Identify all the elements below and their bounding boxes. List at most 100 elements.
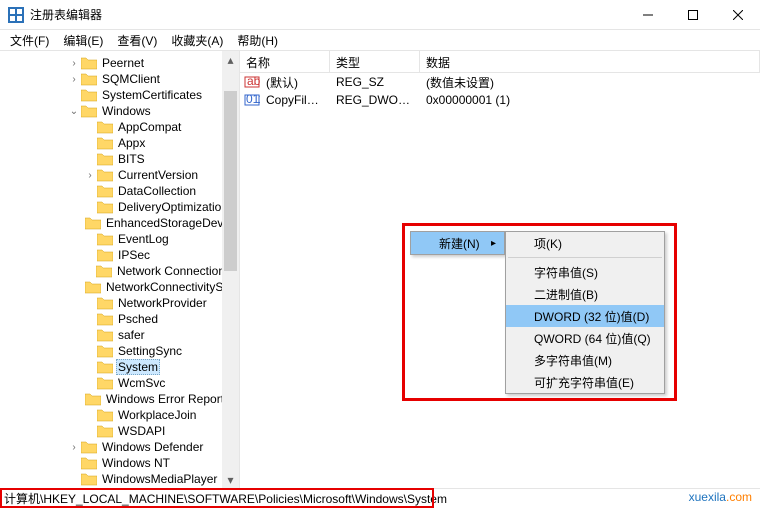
- folder-icon: [97, 344, 113, 358]
- tree-node[interactable]: Windows Error Reporting: [0, 391, 239, 407]
- tree-label: AppCompat: [116, 120, 183, 134]
- tree-node[interactable]: IPSec: [0, 247, 239, 263]
- col-type[interactable]: 类型: [330, 51, 420, 72]
- tree-node[interactable]: Windows NT: [0, 455, 239, 471]
- tree-node[interactable]: › CurrentVersion: [0, 167, 239, 183]
- tree-label: CurrentVersion: [116, 168, 200, 182]
- menu-view[interactable]: 查看(V): [111, 30, 163, 51]
- tree-node[interactable]: BITS: [0, 151, 239, 167]
- ctx-item[interactable]: 可扩充字符串值(E): [506, 371, 664, 393]
- tree-label: BITS: [116, 152, 147, 166]
- tree-label: Peernet: [100, 56, 146, 70]
- tree-label: WindowsMediaPlayer: [100, 472, 219, 486]
- tree-node[interactable]: › Peernet: [0, 55, 239, 71]
- tree-label: Psched: [116, 312, 160, 326]
- watermark: xuexila.com: [689, 488, 752, 506]
- context-submenu: 项(K) 字符串值(S)二进制值(B)DWORD (32 位)值(D)QWORD …: [505, 231, 665, 394]
- tree-node[interactable]: SettingSync: [0, 343, 239, 359]
- tree-label: DeliveryOptimization: [116, 200, 230, 214]
- tree-node[interactable]: System: [0, 359, 239, 375]
- tree-label: System: [116, 359, 160, 375]
- tree-node[interactable]: WorkplaceJoin: [0, 407, 239, 423]
- col-data[interactable]: 数据: [420, 51, 760, 72]
- tree-node[interactable]: DataCollection: [0, 183, 239, 199]
- expander-icon[interactable]: ›: [68, 74, 80, 85]
- folder-icon: [81, 440, 97, 454]
- tree-node[interactable]: Network Connections: [0, 263, 239, 279]
- tree-node[interactable]: NetworkConnectivityStatusI: [0, 279, 239, 295]
- status-path: 计算机\HKEY_LOCAL_MACHINE\SOFTWARE\Policies…: [4, 490, 447, 507]
- expander-icon[interactable]: ›: [84, 170, 96, 181]
- folder-icon: [97, 248, 113, 262]
- scroll-thumb[interactable]: [224, 91, 237, 271]
- tree-node[interactable]: AppCompat: [0, 119, 239, 135]
- ctx-item[interactable]: QWORD (64 位)值(Q): [506, 327, 664, 349]
- tree-node[interactable]: DeliveryOptimization: [0, 199, 239, 215]
- tree-node[interactable]: › SQMClient: [0, 71, 239, 87]
- menu-help[interactable]: 帮助(H): [231, 30, 284, 51]
- ctx-item[interactable]: 多字符串值(M): [506, 349, 664, 371]
- tree-node[interactable]: WindowsMediaPlayer: [0, 471, 239, 487]
- tree-node[interactable]: EventLog: [0, 231, 239, 247]
- ctx-item[interactable]: 字符串值(S): [506, 261, 664, 283]
- window-title: 注册表编辑器: [30, 6, 625, 23]
- tree-node[interactable]: EnhancedStorageDevices: [0, 215, 239, 231]
- expander-icon[interactable]: ›: [68, 58, 80, 69]
- tree-node[interactable]: SystemCertificates: [0, 87, 239, 103]
- folder-icon: [97, 296, 113, 310]
- expander-icon[interactable]: ›: [68, 442, 80, 453]
- tree-label: Windows NT: [100, 456, 172, 470]
- ctx-new[interactable]: 新建(N): [411, 232, 504, 254]
- folder-icon: [97, 312, 113, 326]
- maximize-button[interactable]: [670, 0, 715, 30]
- tree-scrollbar[interactable]: ▴ ▾: [222, 51, 239, 488]
- menu-favorites[interactable]: 收藏夹(A): [165, 30, 229, 51]
- folder-icon: [97, 408, 113, 422]
- cell-name: CopyFileBuffer...: [260, 92, 330, 108]
- tree-node[interactable]: WcmSvc: [0, 375, 239, 391]
- tree-node[interactable]: WSDAPI: [0, 423, 239, 439]
- tree-node[interactable]: › Windows Defender: [0, 439, 239, 455]
- folder-icon: [81, 56, 97, 70]
- cell-name: (默认): [260, 73, 330, 92]
- tree-node[interactable]: NetworkProvider: [0, 295, 239, 311]
- folder-icon: [97, 232, 113, 246]
- ctx-item[interactable]: 项(K): [506, 232, 664, 254]
- tree-label: SystemCertificates: [100, 88, 204, 102]
- tree-panel: › Peernet › SQMClient SystemCertificates ⌄ Win…: [0, 51, 240, 488]
- tree-label: Windows Defender: [100, 440, 205, 454]
- menu-edit[interactable]: 编辑(E): [57, 30, 109, 51]
- tree-label: WcmSvc: [116, 376, 167, 390]
- binary-value-icon: 011: [244, 92, 260, 108]
- tree-label: SQMClient: [100, 72, 162, 86]
- tree-label: WorkplaceJoin: [116, 408, 198, 422]
- ctx-item[interactable]: 二进制值(B): [506, 283, 664, 305]
- scroll-down-icon[interactable]: ▾: [222, 471, 239, 488]
- col-name[interactable]: 名称: [240, 51, 330, 72]
- tree-label: NetworkProvider: [116, 296, 209, 310]
- app-icon: [8, 7, 24, 23]
- tree-label: IPSec: [116, 248, 152, 262]
- ctx-item[interactable]: DWORD (32 位)值(D): [506, 305, 664, 327]
- folder-icon: [97, 424, 113, 438]
- tree-node[interactable]: Psched: [0, 311, 239, 327]
- folder-icon: [81, 72, 97, 86]
- minimize-button[interactable]: [625, 0, 670, 30]
- menu-file[interactable]: 文件(F): [4, 30, 55, 51]
- list-row[interactable]: 011CopyFileBuffer...REG_DWORD0x00000001 …: [240, 91, 760, 109]
- scroll-up-icon[interactable]: ▴: [222, 51, 239, 68]
- tree-node[interactable]: safer: [0, 327, 239, 343]
- menubar: 文件(F) 编辑(E) 查看(V) 收藏夹(A) 帮助(H): [0, 30, 760, 50]
- tree-node[interactable]: Appx: [0, 135, 239, 151]
- ctx-new-label: 新建(N): [439, 235, 480, 252]
- folder-icon: [81, 104, 97, 118]
- expander-icon[interactable]: ⌄: [68, 106, 80, 117]
- folder-icon: [97, 360, 113, 374]
- tree-node[interactable]: ⌄ Windows: [0, 103, 239, 119]
- tree-label: Windows: [100, 104, 153, 118]
- cell-data: 0x00000001 (1): [420, 92, 760, 108]
- close-button[interactable]: [715, 0, 760, 30]
- tree-node[interactable]: ›Python: [0, 487, 239, 488]
- svg-text:011: 011: [246, 92, 260, 106]
- list-row[interactable]: ab(默认)REG_SZ(数值未设置): [240, 73, 760, 91]
